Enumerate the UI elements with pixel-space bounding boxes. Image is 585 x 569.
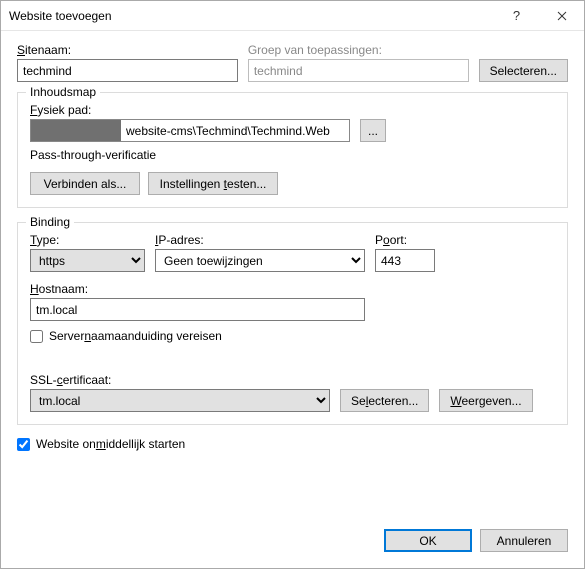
type-label: Type: [30,233,145,247]
sitename-label: Sitenaam: [17,43,238,57]
sni-checkbox-row[interactable]: Servernaamaanduiding vereisen [30,329,555,343]
dialog-footer: OK Annuleren [1,517,584,568]
content-group: Inhoudsmap Fysiek pad: ... Pass-through-… [17,92,568,208]
dialog-body: Sitenaam: Groep van toepassingen: Select… [1,31,584,517]
ok-button[interactable]: OK [384,529,472,552]
start-now-checkbox[interactable] [17,438,30,451]
type-select[interactable]: https [30,249,145,272]
cancel-button[interactable]: Annuleren [480,529,568,552]
ssl-select-button[interactable]: Selecteren... [340,389,429,412]
ssl-label: SSL-certificaat: [30,373,555,387]
help-button[interactable]: ? [494,1,539,31]
binding-group-title: Binding [26,215,74,229]
physicalpath-label: Fysiek pad: [30,103,91,117]
apppool-input [248,59,469,82]
physicalpath-input[interactable] [30,119,350,142]
hostname-label: Hostnaam: [30,282,555,296]
apppool-label: Groep van toepassingen: [248,43,469,57]
start-now-label: Website onmiddellijk starten [36,437,185,451]
sni-label: Servernaamaanduiding vereisen [49,329,222,343]
ssl-view-button[interactable]: Weergeven... [439,389,532,412]
passthrough-label: Pass-through-verificatie [30,148,555,162]
sitename-input[interactable] [17,59,238,82]
hostname-input[interactable] [30,298,365,321]
window-title: Website toevoegen [9,9,494,23]
content-group-title: Inhoudsmap [26,85,100,99]
close-button[interactable] [539,1,584,31]
physicalpath-text[interactable] [121,120,349,141]
ssl-select[interactable]: tm.local [30,389,330,412]
ip-select[interactable]: Geen toewijzingen [155,249,365,272]
connect-as-button[interactable]: Verbinden als... [30,172,140,195]
dialog-window: Website toevoegen ? Sitenaam: Groep van … [0,0,585,569]
binding-group: Binding Type: https IP-adres: Geen toewi… [17,222,568,425]
start-now-row[interactable]: Website onmiddellijk starten [17,437,568,451]
redacted-segment [31,120,121,141]
close-icon [557,11,567,21]
select-apppool-button[interactable]: Selecteren... [479,59,568,82]
titlebar: Website toevoegen ? [1,1,584,31]
port-input[interactable] [375,249,435,272]
sni-checkbox[interactable] [30,330,43,343]
ip-label: IP-adres: [155,233,365,247]
test-settings-button[interactable]: Instellingen testen... [148,172,278,195]
port-label: Poort: [375,233,435,247]
browse-path-button[interactable]: ... [360,119,386,142]
